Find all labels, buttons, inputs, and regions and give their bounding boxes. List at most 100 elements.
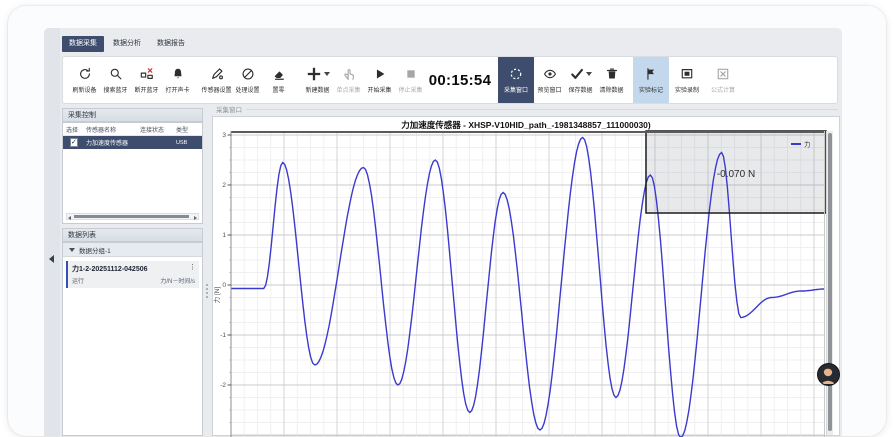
sensor-table-hscrollbar[interactable] [66, 213, 199, 220]
toolbar-button-label: 断开蓝牙 [134, 85, 158, 94]
y-tick-label: 0 [222, 282, 226, 289]
toolbar-button-trash[interactable]: 清除数据 [596, 57, 627, 103]
y-tick-label: -2 [220, 382, 226, 389]
toolbar-button-record[interactable]: 实验录制 [669, 57, 705, 103]
svg-text:力: 力 [804, 140, 811, 149]
assistant-avatar-button[interactable] [817, 363, 840, 386]
stop-icon [404, 67, 418, 81]
toolbar-button-label: 置零 [272, 85, 284, 94]
sensor-checkbox[interactable]: ✓ [70, 138, 78, 147]
app-window: 数据采集数据分析数据报告 刷新设备搜索蓝牙断开蓝牙打开声卡 传感器设置处理设置 置零… [8, 6, 886, 436]
play-icon [373, 67, 387, 81]
toolbar-button-label: 清除数据 [599, 85, 623, 94]
toolbar-button-play[interactable]: 开始采集 [364, 57, 395, 103]
column-header: 连接状态 [140, 125, 176, 134]
refresh-icon [78, 67, 92, 81]
hscroll-thumb[interactable] [74, 215, 189, 218]
plus-icon [306, 66, 322, 82]
toolbar-button-plus[interactable]: 新建数据 [302, 57, 333, 103]
data-group-row[interactable]: 数据分组-1 [63, 243, 202, 257]
data-item-name: 力1-2-20251112-042506 [72, 264, 195, 274]
column-header: 选择 [66, 125, 86, 134]
toolbar-button-sensor[interactable]: 传感器设置 [201, 57, 232, 103]
column-header: 传感器名称 [86, 125, 140, 134]
y-tick-label: -1 [220, 332, 226, 339]
toolbar-button-refresh[interactable]: 刷新设备 [69, 57, 100, 103]
y-axis-label: 力 [N] [213, 287, 221, 304]
toolbar-button-bluetooth-off[interactable]: 断开蓝牙 [131, 57, 162, 103]
data-group-label: 数据分组-1 [79, 245, 111, 255]
chart-vscrollbar[interactable] [826, 131, 833, 435]
toolbar-button-label: 采集窗口 [504, 85, 528, 94]
toolbar-button-label: 预览窗口 [537, 85, 561, 94]
toolbar-button-label: 实验标记 [639, 85, 663, 94]
force-time-plot: -0.070 N3210-1-2力 [N]力 [213, 117, 841, 437]
collection-control-title: 采集控制 [68, 112, 96, 119]
toolbar-button-slash[interactable]: 处理设置 [232, 57, 263, 103]
capture-window-group-label: 采集窗口 [216, 104, 242, 114]
chevron-down-icon[interactable] [324, 72, 330, 76]
search-icon [109, 67, 123, 81]
window-right-margin [842, 6, 886, 436]
toolbar-button-formula[interactable]: 公式计算 [705, 57, 741, 103]
tab-1[interactable]: 数据采集 [62, 36, 104, 52]
person-icon [818, 364, 838, 384]
data-list-card: 数据分组-1 力1-2-20251112-042506 运行 力/N－时间/s ⋮ [62, 242, 203, 436]
toolbar-button-label: 刷新设备 [72, 85, 96, 94]
sidebar-splitter[interactable] [204, 284, 209, 298]
check-icon [570, 67, 584, 81]
toolbar-button-search[interactable]: 搜索蓝牙 [100, 57, 131, 103]
toolbar-button-dashed-circle[interactable]: 采集窗口 [498, 57, 534, 103]
y-tick-label: 1 [222, 232, 226, 239]
toolbar-button-label: 保存数据 [568, 85, 592, 94]
formula-icon [716, 67, 730, 81]
scroll-right-icon[interactable] [194, 216, 197, 220]
sensor-icon [210, 67, 224, 81]
toolbar-button-label: 单点采集 [336, 85, 360, 94]
eye-icon [543, 67, 557, 81]
toolbar-button-label: 搜索蓝牙 [103, 85, 127, 94]
y-tick-label: 3 [222, 132, 226, 139]
toolbar-button-bell[interactable]: 打开声卡 [162, 57, 193, 103]
toolbar-button-label: 开始采集 [367, 85, 391, 94]
collapse-panel-arrow-icon[interactable] [49, 255, 54, 263]
toolbar-button-stop[interactable]: 停止采集 [395, 57, 426, 103]
sensor-table-card: 选择传感器名称连接状态类型✓力加速度传感器USB [62, 122, 203, 224]
toolbar-button-eraser[interactable]: 置零 [263, 57, 294, 103]
item-menu-icon[interactable]: ⋮ [189, 264, 196, 271]
toolbar-button-label: 处理设置 [235, 85, 259, 94]
data-item-axes: 力/N－时间/s [160, 276, 195, 285]
hand-icon [342, 67, 356, 81]
scroll-left-icon[interactable] [68, 216, 71, 220]
data-list-item[interactable]: 力1-2-20251112-042506 运行 力/N－时间/s ⋮ [66, 261, 199, 288]
elapsed-timer-display: 00:15:54 [428, 72, 492, 89]
collection-control-header: 采集控制 [62, 108, 203, 122]
data-item-status: 运行 [72, 276, 84, 285]
left-collapse-strip [44, 28, 60, 436]
sensor-name: 力加速度传感器 [86, 138, 140, 147]
toolbar-button-label: 新建数据 [305, 85, 329, 94]
slash-icon [241, 67, 255, 81]
bell-icon [171, 67, 185, 81]
tab-3[interactable]: 数据报告 [150, 36, 192, 52]
toolbar-button-hand[interactable]: 单点采集 [333, 57, 364, 103]
toolbar-button-check[interactable]: 保存数据 [565, 57, 596, 103]
trash-icon [605, 67, 619, 81]
vscroll-thumb[interactable] [828, 133, 832, 431]
toolbar-button-snapshot[interactable]: 实验标记 [633, 57, 669, 103]
toolbar: 刷新设备搜索蓝牙断开蓝牙打开声卡 传感器设置处理设置 置零 新建数据单点采集开始采集停… [62, 56, 838, 104]
tab-2[interactable]: 数据分析 [106, 36, 148, 52]
record-icon [680, 67, 694, 81]
toolbar-button-eye[interactable]: 预览窗口 [534, 57, 565, 103]
toolbar-button-label: 打开声卡 [165, 85, 189, 94]
eraser-icon [272, 67, 286, 81]
sensor-table-header: 选择传感器名称连接状态类型 [63, 123, 202, 136]
data-list-title: 数据列表 [68, 232, 96, 239]
toolbar-button-label: 实验录制 [675, 85, 699, 94]
column-header: 类型 [176, 125, 202, 134]
chevron-down-icon[interactable] [586, 72, 592, 76]
app-area: 数据采集数据分析数据报告 刷新设备搜索蓝牙断开蓝牙打开声卡 传感器设置处理设置 置零… [44, 28, 842, 436]
dashed-circle-icon [509, 67, 523, 81]
bluetooth-off-icon [140, 67, 154, 81]
sensor-row[interactable]: ✓力加速度传感器USB [63, 136, 202, 149]
